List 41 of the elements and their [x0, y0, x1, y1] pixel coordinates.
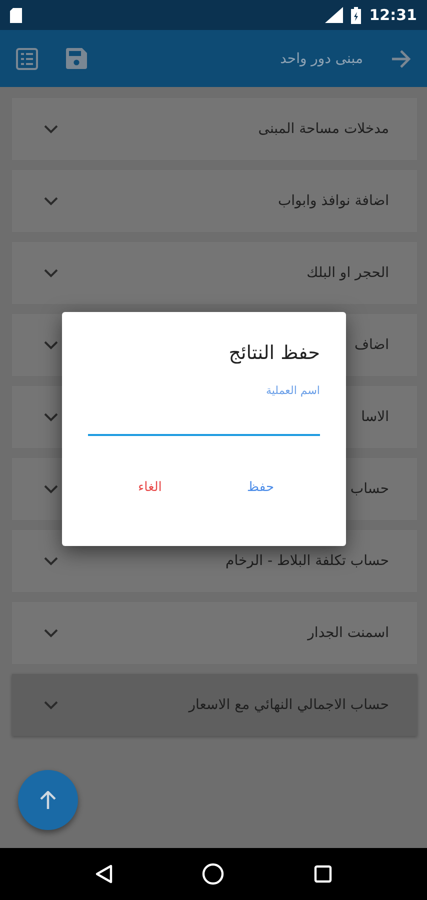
home-icon[interactable]: [202, 863, 224, 885]
save-button[interactable]: حفظ: [241, 476, 280, 499]
section-title: حساب الاجمالي النهائي مع الاسعار: [188, 697, 389, 713]
recents-icon[interactable]: [314, 865, 332, 883]
section-header[interactable]: مدخلات مساحة المبنى: [12, 98, 417, 160]
signal-icon: [325, 7, 344, 23]
field-label: اسم العملية: [264, 384, 320, 397]
chevron-down-icon: [44, 484, 58, 494]
battery-icon: [351, 6, 362, 24]
section-header[interactable]: حساب الاجمالي النهائي مع الاسعار: [12, 674, 417, 736]
clock-time: 12:31: [369, 6, 417, 24]
section-title: مدخلات مساحة المبنى: [258, 121, 389, 137]
section-title: الاسا: [361, 409, 389, 425]
save-icon[interactable]: [66, 48, 87, 69]
sd-card-icon: [10, 8, 22, 22]
section-title: اضاف: [354, 337, 389, 353]
forward-arrow-icon[interactable]: [391, 50, 411, 68]
section-title: الحجر او البلك: [306, 265, 389, 281]
list-icon[interactable]: [16, 48, 38, 70]
dialog-title: حفظ النتائج: [228, 342, 320, 364]
cancel-button[interactable]: الغاء: [132, 476, 168, 499]
name-field[interactable]: اسم العملية: [88, 384, 320, 436]
scroll-up-button[interactable]: [18, 770, 78, 830]
back-icon[interactable]: [94, 864, 113, 884]
section-header[interactable]: الحجر او البلك: [12, 242, 417, 304]
chevron-down-icon: [44, 340, 58, 350]
chevron-down-icon: [44, 556, 58, 566]
chevron-down-icon: [44, 412, 58, 422]
chevron-down-icon: [44, 628, 58, 638]
section-header[interactable]: اضافة نوافذ وابواب: [12, 170, 417, 232]
chevron-down-icon: [44, 700, 58, 710]
chevron-down-icon: [44, 124, 58, 134]
chevron-down-icon: [44, 268, 58, 278]
section-title: اضافة نوافذ وابواب: [278, 193, 389, 209]
screen-title: مبنى دور واحد: [280, 50, 363, 66]
section-title: اسمنت الجدار: [308, 625, 389, 641]
chevron-down-icon: [44, 196, 58, 206]
section-title: حساب تكلفة البلاط - الرخام: [226, 553, 389, 569]
arrow-up-icon: [40, 791, 56, 809]
section-title: حساب: [350, 481, 389, 497]
section-header[interactable]: اسمنت الجدار: [12, 602, 417, 664]
